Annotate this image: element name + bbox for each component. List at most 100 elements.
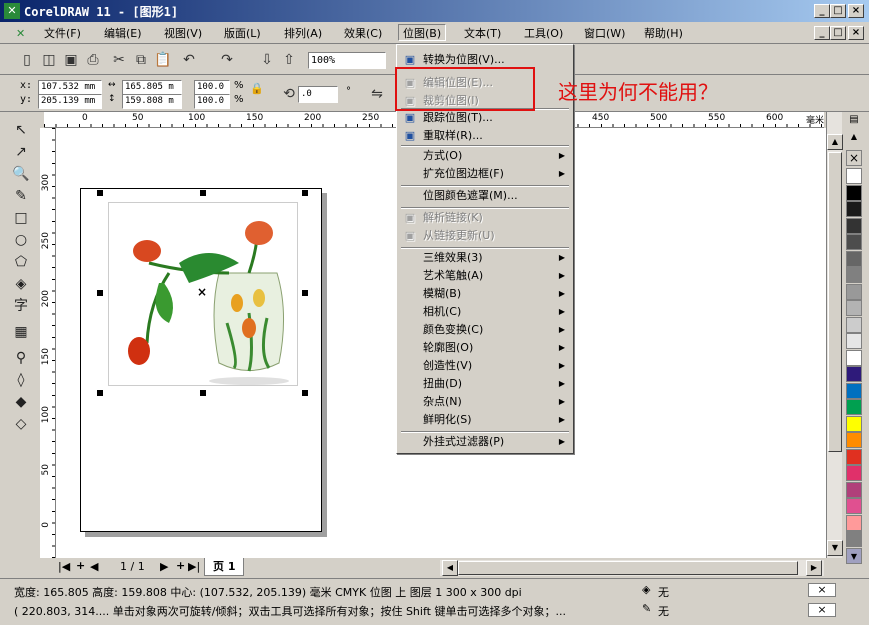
- color-swatch[interactable]: [846, 267, 862, 283]
- color-swatch[interactable]: [846, 481, 862, 498]
- bitmap-menu-item[interactable]: 相机(C) ▶: [399, 303, 571, 321]
- bitmap-menu-item[interactable]: 扭曲(D) ▶: [399, 375, 571, 393]
- color-swatch[interactable]: [846, 217, 862, 234]
- bitmap-menu-item[interactable]: 跟踪位图(T)... ▣: [399, 109, 571, 127]
- first-page-icon[interactable]: |◀: [58, 560, 70, 573]
- add-page-after-icon[interactable]: +: [176, 559, 185, 572]
- scroll-thumb[interactable]: [828, 152, 842, 452]
- bitmap-menu-item[interactable]: 方式(O) ▶: [399, 147, 571, 165]
- menu-edit[interactable]: 编辑(E): [100, 25, 146, 42]
- bitmap-menu-item[interactable]: 艺术笔触(A) ▶: [399, 267, 571, 285]
- menu-arrange[interactable]: 排列(A): [280, 25, 326, 42]
- y-position-input[interactable]: 205.139 mm: [38, 94, 102, 109]
- doc-close-button[interactable]: ×: [848, 26, 864, 40]
- menu-file[interactable]: 文件(F): [40, 25, 85, 42]
- print-icon[interactable]: ⎙: [84, 51, 102, 69]
- color-swatch[interactable]: [846, 250, 862, 267]
- next-page-icon[interactable]: ▶: [160, 560, 168, 573]
- open-file-icon[interactable]: ◫: [40, 51, 58, 69]
- color-swatch[interactable]: [846, 300, 862, 316]
- maximize-button[interactable]: □: [830, 4, 846, 18]
- mirror-icon[interactable]: ⇋: [368, 85, 386, 103]
- cut-icon[interactable]: ✂: [110, 51, 128, 69]
- scroll-up-button[interactable]: ▲: [827, 134, 843, 150]
- color-swatch[interactable]: [846, 415, 862, 432]
- bitmap-menu-item[interactable]: 鲜明化(S) ▶: [399, 411, 571, 429]
- color-swatch[interactable]: [846, 399, 862, 415]
- vertical-ruler[interactable]: 300 250 200 150 100 50 0: [40, 128, 56, 558]
- doc-minimize-button[interactable]: _: [814, 26, 830, 40]
- color-swatch[interactable]: [846, 514, 862, 531]
- height-input[interactable]: 159.808 m: [122, 94, 182, 109]
- doc-restore-button[interactable]: □: [830, 26, 846, 40]
- palette-scroll-up-icon[interactable]: ▲: [846, 132, 862, 142]
- save-icon[interactable]: ▣: [62, 51, 80, 69]
- vertical-scrollbar[interactable]: ▲ ▼: [826, 112, 843, 558]
- outline-tool-icon[interactable]: ◊: [10, 370, 32, 390]
- scroll-right-button[interactable]: ▶: [806, 560, 822, 576]
- redo-icon[interactable]: ↷: [218, 51, 236, 69]
- interactive-fill-tool-icon[interactable]: ◇: [10, 414, 32, 434]
- eyedropper-tool-icon[interactable]: ⚲: [10, 348, 32, 368]
- rectangle-tool-icon[interactable]: □: [10, 208, 32, 228]
- hscroll-thumb[interactable]: [458, 561, 798, 575]
- scroll-down-button[interactable]: ▼: [827, 540, 843, 556]
- color-swatch[interactable]: [846, 283, 862, 300]
- selection-handle[interactable]: [302, 190, 308, 196]
- minimize-button[interactable]: _: [814, 4, 830, 18]
- text-tool-icon[interactable]: 字: [10, 296, 32, 316]
- color-swatch[interactable]: [846, 201, 862, 217]
- bitmap-menu-item[interactable]: 杂点(N) ▶: [399, 393, 571, 411]
- color-swatch[interactable]: [846, 366, 862, 382]
- menu-bitmaps[interactable]: 位图(B): [398, 24, 447, 41]
- selection-handle[interactable]: [200, 190, 206, 196]
- zoom-tool-icon[interactable]: 🔍: [10, 164, 32, 184]
- paste-icon[interactable]: 📋: [154, 51, 172, 69]
- prev-page-icon[interactable]: ◀: [90, 560, 98, 573]
- zoom-select[interactable]: 100%: [308, 52, 386, 69]
- last-page-icon[interactable]: ▶|: [188, 560, 200, 573]
- color-swatch[interactable]: [846, 234, 862, 250]
- menu-help[interactable]: 帮助(H): [640, 25, 687, 42]
- ellipse-tool-icon[interactable]: ○: [10, 230, 32, 250]
- undo-icon[interactable]: ↶: [180, 51, 198, 69]
- color-swatch[interactable]: [846, 531, 862, 547]
- selection-handle[interactable]: [97, 290, 103, 296]
- close-button[interactable]: ×: [848, 4, 864, 18]
- color-swatch[interactable]: [846, 382, 862, 399]
- copy-icon[interactable]: ⧉: [132, 51, 150, 69]
- menu-tools[interactable]: 工具(O): [520, 25, 567, 42]
- export-icon[interactable]: ⇧: [280, 51, 298, 69]
- basic-shapes-tool-icon[interactable]: ◈: [10, 274, 32, 294]
- freehand-tool-icon[interactable]: ✎: [10, 186, 32, 206]
- x-position-input[interactable]: 107.532 mm: [38, 80, 102, 95]
- selection-handle[interactable]: [200, 390, 206, 396]
- selection-handle[interactable]: [302, 290, 308, 296]
- interactive-tool-icon[interactable]: ▦: [10, 322, 32, 342]
- rotation-angle-input[interactable]: .0: [298, 86, 338, 103]
- horizontal-scrollbar[interactable]: ◀ ▶: [440, 560, 824, 576]
- color-swatch[interactable]: [846, 465, 862, 481]
- bitmap-menu-item[interactable]: 三维效果(3) ▶: [399, 249, 571, 267]
- menu-effects[interactable]: 效果(C): [340, 25, 386, 42]
- width-input[interactable]: 165.805 m: [122, 80, 182, 95]
- scale-x-input[interactable]: 100.0: [194, 80, 230, 95]
- polygon-tool-icon[interactable]: ⬠: [10, 252, 32, 272]
- bitmap-menu-item[interactable]: 扩充位图边框(F) ▶: [399, 165, 571, 183]
- fill-tool-icon[interactable]: ◆: [10, 392, 32, 412]
- bitmap-menu-item[interactable]: 重取样(R)... ▣: [399, 127, 571, 145]
- color-swatch[interactable]: [846, 168, 862, 184]
- scale-y-input[interactable]: 100.0: [194, 94, 230, 109]
- no-color-swatch[interactable]: ×: [846, 150, 862, 166]
- bitmap-menu-item[interactable]: 颜色变换(C) ▶: [399, 321, 571, 339]
- color-swatch[interactable]: [846, 432, 862, 448]
- selection-handle[interactable]: [97, 190, 103, 196]
- fill-color-swatch[interactable]: ×: [808, 583, 836, 597]
- lock-ratio-icon[interactable]: 🔒: [248, 80, 266, 98]
- page-tab-1[interactable]: 页 1: [204, 558, 245, 576]
- import-icon[interactable]: ⇩: [258, 51, 276, 69]
- menu-layout[interactable]: 版面(L): [220, 25, 265, 42]
- add-page-before-icon[interactable]: +: [76, 559, 85, 572]
- menu-window[interactable]: 窗口(W): [580, 25, 629, 42]
- selection-handle[interactable]: [302, 390, 308, 396]
